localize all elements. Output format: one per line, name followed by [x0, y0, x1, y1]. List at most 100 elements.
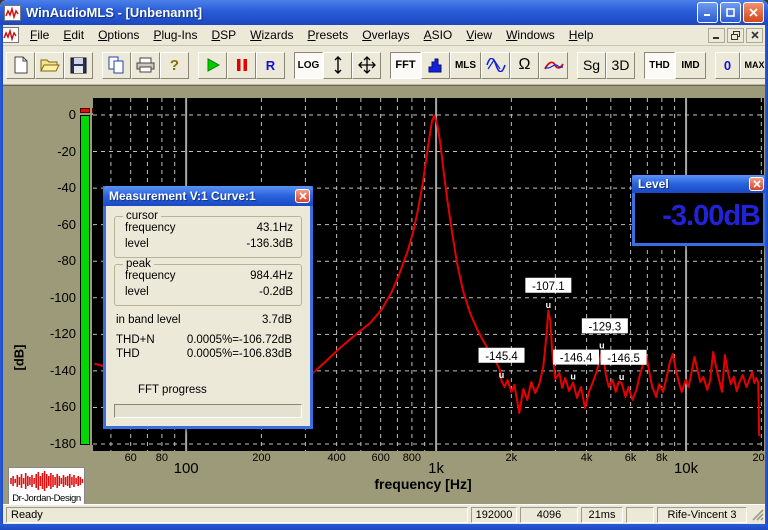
frequency-response-button[interactable] — [539, 52, 568, 79]
menu-item-plug-ins[interactable]: Plug-Ins — [146, 26, 204, 44]
x-axis-label: frequency [Hz] — [263, 476, 583, 492]
y-tick-label: -40 — [30, 180, 76, 194]
help-button[interactable]: ? — [160, 52, 189, 79]
status-bar: Ready 192000409621msRife-Vincent 3 — [0, 504, 768, 524]
open-file-button[interactable] — [35, 52, 64, 79]
thd-label: THD — [116, 348, 140, 360]
new-file-button[interactable] — [6, 52, 35, 79]
max-hold-button[interactable]: MAX — [740, 52, 768, 79]
logo-text: Dr-Jordan-Design — [9, 493, 84, 504]
signal-generator-button[interactable]: Sg — [577, 52, 606, 79]
x-tick-label: 2k — [494, 452, 528, 464]
spectrum-bars-button[interactable] — [421, 52, 450, 79]
title-bar[interactable]: WinAudioMLS - [Unbenannt] — [0, 0, 768, 25]
peak-group: peak frequency 984.4Hz level -0.2dB — [114, 264, 302, 306]
maximize-button[interactable] — [720, 2, 741, 23]
cursor-marker-icon: u — [570, 372, 576, 382]
mdi-child-icon[interactable] — [2, 27, 19, 43]
sine-wave-button[interactable] — [481, 52, 510, 79]
fft-progress-bar — [114, 404, 302, 418]
x-tick-label: 400 — [320, 452, 354, 464]
3d-view-button[interactable]: 3D — [606, 52, 635, 79]
mdi-restore-button[interactable] — [727, 28, 744, 43]
in-band-level-value: 3.7dB — [262, 314, 292, 326]
annotation-value: -146.5 — [607, 353, 640, 365]
peak-level-value: -0.2dB — [259, 286, 293, 298]
peak-frequency-value: 984.4Hz — [250, 270, 293, 282]
menu-item-dsp[interactable]: DSP — [204, 26, 243, 44]
menu-item-edit[interactable]: Edit — [56, 26, 91, 44]
mdi-minimize-button[interactable] — [708, 28, 725, 43]
level-close-icon[interactable] — [749, 177, 764, 191]
menu-item-presets[interactable]: Presets — [301, 26, 356, 44]
menu-item-asio[interactable]: ASIO — [417, 26, 460, 44]
annotation-value: -107.1 — [532, 281, 565, 293]
mls-mode-button[interactable]: MLS — [450, 52, 481, 79]
measurement-dialog-titlebar[interactable]: Measurement V:1 Curve:1 — [103, 186, 313, 206]
cursor-group: cursor frequency 43.1Hz level -136.3dB — [114, 216, 302, 258]
reset-zero-button[interactable]: 0 — [715, 52, 740, 79]
level-window: Level -3.00dB — [632, 175, 766, 246]
annotation-value: -129.3 — [589, 321, 622, 333]
cursor-marker-icon: u — [499, 370, 505, 380]
menu-item-overlays[interactable]: Overlays — [355, 26, 416, 44]
menu-items: FileEditOptionsPlug-InsDSPWizardsPresets… — [23, 25, 708, 45]
x-tick-label-major: 1k — [414, 460, 458, 477]
cursor-marker-icon: u — [619, 372, 625, 382]
impedance-omega-button[interactable]: Ω — [510, 52, 539, 79]
close-button[interactable] — [743, 2, 764, 23]
fft-mode-button[interactable]: FFT — [390, 52, 421, 79]
play-button[interactable] — [198, 52, 227, 79]
y-tick-label: -60 — [30, 217, 76, 231]
status-panel-3 — [626, 507, 654, 523]
annotation-value: -145.4 — [485, 351, 518, 363]
level-window-titlebar[interactable]: Level — [632, 175, 766, 193]
cursor-frequency-label: frequency — [125, 222, 176, 234]
menu-item-view[interactable]: View — [459, 26, 499, 44]
x-tick-label: 6k — [614, 452, 648, 464]
window-border-left — [0, 25, 3, 530]
status-ready: Ready — [6, 507, 468, 523]
cursor-level-value: -136.3dB — [246, 238, 293, 250]
client-area: [dB] 0-20-40-60-80-100-120-140-160-180 u… — [3, 85, 765, 504]
level-window-title: Level — [638, 177, 749, 191]
resize-grip-icon[interactable] — [751, 508, 765, 522]
mdi-close-button[interactable] — [746, 28, 763, 43]
y-tick-label: -120 — [30, 326, 76, 340]
menu-item-file[interactable]: File — [23, 26, 56, 44]
print-button[interactable] — [131, 52, 160, 79]
window-border-bottom — [0, 524, 768, 530]
menu-bar: FileEditOptionsPlug-InsDSPWizardsPresets… — [0, 25, 768, 46]
y-tick-label: 0 — [30, 107, 76, 121]
vertical-zoom-button[interactable] — [323, 52, 352, 79]
thd-button[interactable]: THD — [644, 52, 675, 79]
measurement-close-icon[interactable] — [295, 189, 310, 203]
pause-button[interactable] — [227, 52, 256, 79]
imd-button[interactable]: IMD — [675, 52, 706, 79]
measurement-dialog: Measurement V:1 Curve:1 cursor frequency… — [103, 186, 313, 429]
measurement-dialog-body: cursor frequency 43.1Hz level -136.3dB p… — [106, 206, 310, 426]
cursor-marker-icon: u — [599, 340, 605, 350]
menu-item-windows[interactable]: Windows — [499, 26, 562, 44]
level-value: -3.00dB — [662, 200, 760, 233]
fft-progress-label: FFT progress — [138, 384, 207, 396]
x-tick-label-major: 10k — [664, 460, 708, 477]
minimize-button[interactable] — [697, 2, 718, 23]
save-button[interactable] — [64, 52, 93, 79]
pan-move-button[interactable] — [352, 52, 381, 79]
thd-value: 0.0005%=-106.83dB — [187, 348, 292, 360]
y-tick-label: -160 — [30, 399, 76, 413]
peak-level-label: level — [125, 286, 149, 298]
log-scale-button[interactable]: LOG — [294, 52, 323, 79]
menu-item-help[interactable]: Help — [562, 26, 601, 44]
copy-button[interactable] — [102, 52, 131, 79]
status-panel-2: 21ms — [581, 507, 623, 523]
status-panel-4: Rife-Vincent 3 — [657, 507, 747, 523]
status-panel-1: 4096 — [520, 507, 578, 523]
menu-item-options[interactable]: Options — [91, 26, 146, 44]
cursor-level-label: level — [125, 238, 149, 250]
menu-item-wizards[interactable]: Wizards — [243, 26, 300, 44]
y-tick-label: -20 — [30, 144, 76, 158]
peak-frequency-label: frequency — [125, 270, 176, 282]
record-button[interactable]: R — [256, 52, 285, 79]
